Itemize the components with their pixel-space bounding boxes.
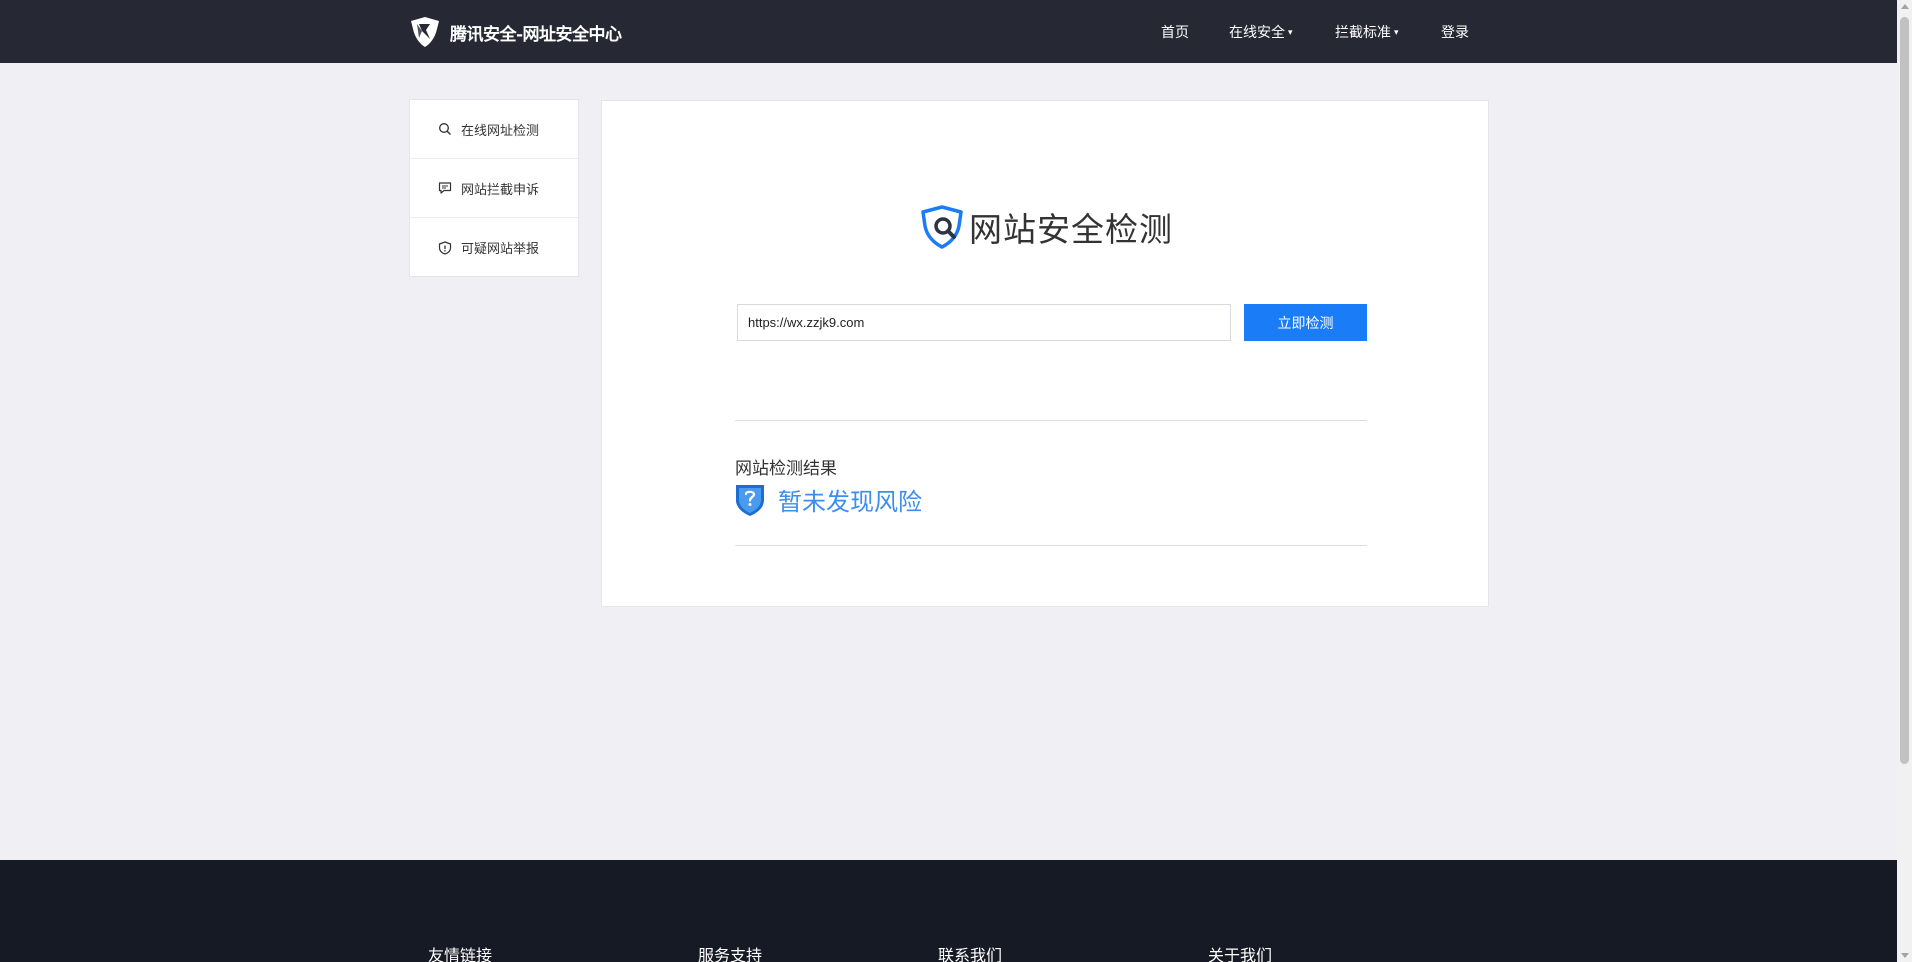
shield-question-icon [736,484,764,516]
scroll-up-icon[interactable] [1901,4,1909,9]
result-text: 暂未发现风险 [778,488,922,516]
nav-home[interactable]: 首页 [1161,22,1189,42]
sidebar-item-appeal[interactable]: 网站拦截申诉 [410,159,578,218]
sidebar-item-label: 在线网址检测 [461,123,540,139]
sidebar-item-label: 网站拦截申诉 [461,182,540,198]
shield-search-icon [921,205,963,249]
top-navbar: 腾讯安全-网址安全中心 首页 在线安全 ▾ 拦截标准 ▾ 登录 [0,0,1897,63]
sidebar-item-label: 可疑网站举报 [461,242,540,257]
nav-login[interactable]: 登录 [1441,22,1469,42]
nav-online-security[interactable]: 在线安全 ▾ [1229,22,1293,42]
tencent-shield-logo-icon [411,17,439,47]
sidebar: 在线网址检测 网站拦截申诉 可疑网站举报 [409,99,579,277]
page: 腾讯安全-网址安全中心 首页 在线安全 ▾ 拦截标准 ▾ 登录 在线网址检测 网… [0,0,1897,962]
divider-bottom [735,545,1367,546]
check-panel: 网站安全检测 立即检测 网站检测结果 暂未发现风险 [601,100,1489,607]
check-now-button[interactable]: 立即检测 [1244,304,1367,341]
site-logo[interactable]: 腾讯安全-网址安全中心 [408,14,622,50]
scroll-down-icon[interactable] [1901,953,1909,958]
logo-text: 腾讯安全-网址安全中心 [450,24,622,45]
comment-icon [438,182,452,194]
footer-about-heading: 关于我们 [1208,946,1273,962]
panel-header: 网站安全检测 [602,203,1490,251]
footer: 友情链接 服务支持 联系我们 关于我们 [0,860,1897,962]
sidebar-item-report[interactable]: 可疑网站举报 [410,218,578,277]
result-status: 暂未发现风险 [735,482,922,517]
chevron-down-icon: ▾ [1394,28,1399,38]
sidebar-item-url-check[interactable]: 在线网址检测 [410,100,578,159]
scrollbar-thumb[interactable] [1900,17,1909,764]
footer-links-heading: 友情链接 [428,946,493,962]
page-title: 网站安全检测 [969,210,1173,249]
nav-home-label: 首页 [1161,25,1189,41]
result-label: 网站检测结果 [735,459,837,479]
nav-block-standards-label: 拦截标准 [1335,25,1391,41]
divider-top [735,420,1367,421]
footer-contact-heading: 联系我们 [938,946,1003,962]
search-icon [439,123,451,135]
nav-online-security-label: 在线安全 [1229,25,1285,41]
chevron-down-icon: ▾ [1288,28,1293,38]
page-scrollbar[interactable] [1897,0,1912,962]
footer-support-heading: 服务支持 [698,946,763,962]
nav-login-label: 登录 [1441,25,1469,41]
nav-block-standards[interactable]: 拦截标准 ▾ [1335,22,1399,42]
shield-alert-icon [438,240,452,255]
url-input[interactable] [737,304,1231,341]
